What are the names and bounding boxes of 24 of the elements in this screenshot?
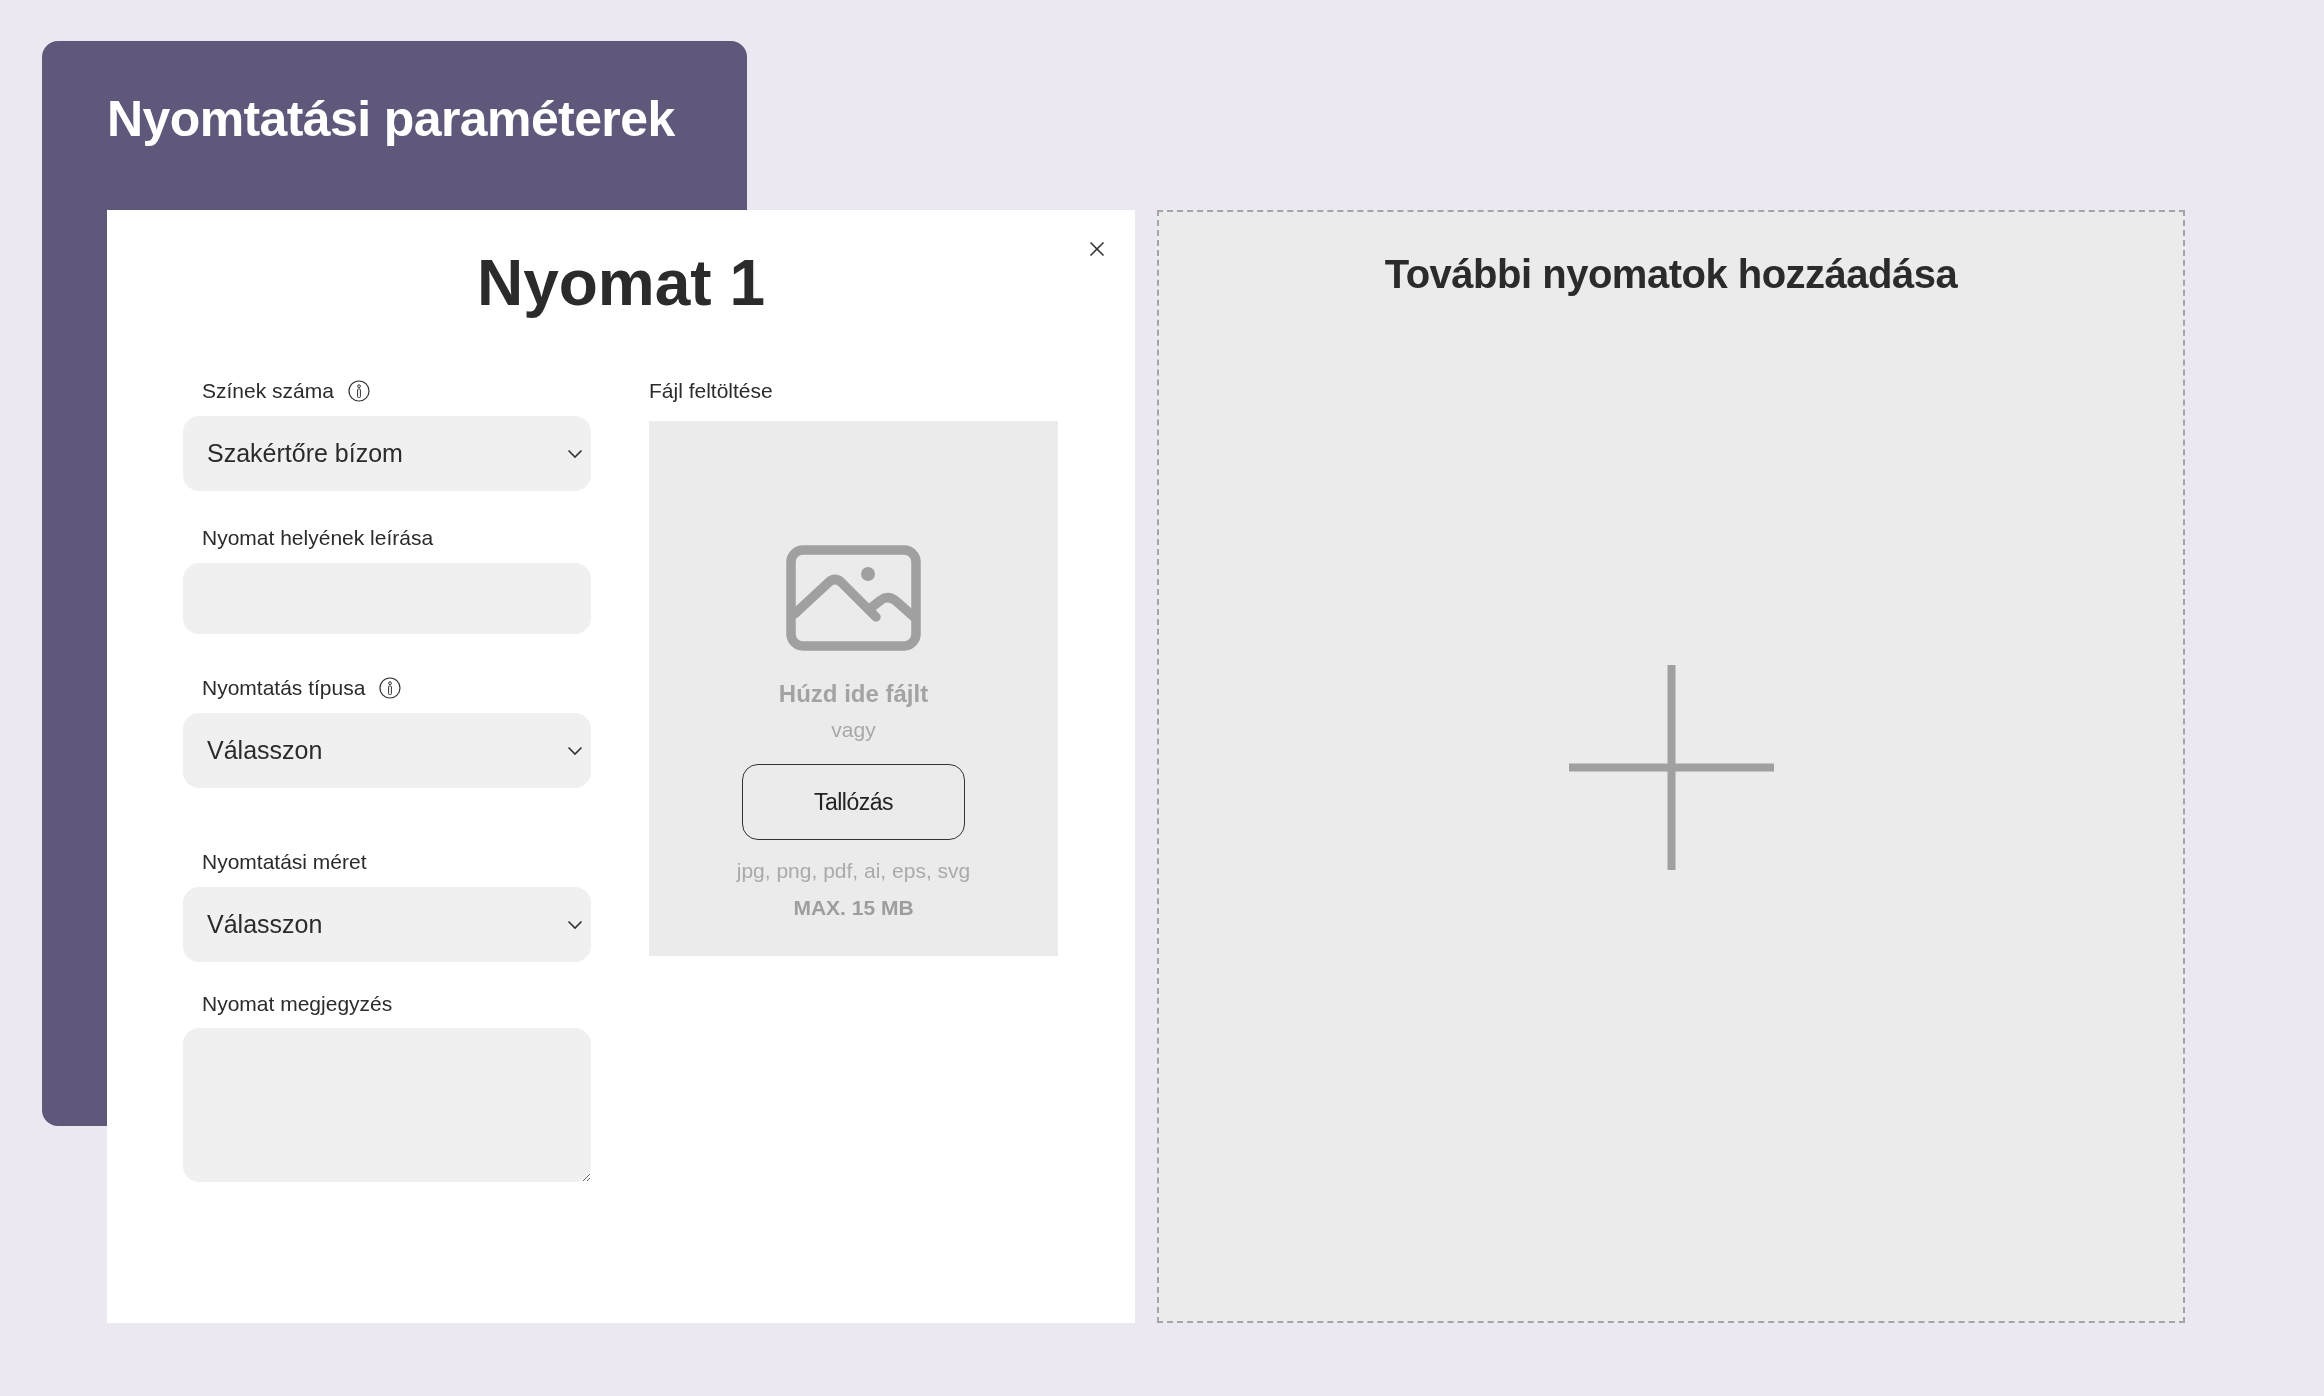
add-print-title: További nyomatok hozzáadása [1384,251,1958,298]
select-field[interactable]: Szakértőre bízom [183,416,591,491]
field-label: Nyomat helyének leírása [202,525,434,552]
close-icon[interactable] [1089,241,1105,257]
file-formats: jpg, png, pdf, ai, eps, svg [736,858,971,884]
browse-button[interactable]: Tallózás [742,764,965,840]
textarea-field[interactable] [183,1028,591,1182]
chevron-down-icon [567,919,583,930]
page-title: Nyomtatási paraméterek [107,90,675,149]
select-field[interactable]: Válasszon [183,887,591,962]
upload-label: Fájl feltöltése [649,378,773,405]
field-label: Nyomtatási méret [202,849,367,876]
field-label: Nyomat megjegyzés [202,991,393,1018]
drop-hint: Húzd ide fájlt [778,679,929,709]
plus-icon[interactable] [1568,664,1774,870]
select-field[interactable]: Válasszon [183,713,591,788]
upload-dropzone[interactable]: Húzd ide fájlt vagy Tallózás jpg, png, pdf, ai, eps, svg MAX. 15 MB [649,421,1058,956]
field-label: Nyomtatás típusa [202,675,366,702]
chevron-down-icon [567,448,583,459]
or-text: vagy [831,717,876,743]
max-size: MAX. 15 MB [793,895,914,921]
image-icon [785,545,922,652]
field-label: Színek száma [202,378,334,405]
chevron-down-icon [567,745,583,756]
